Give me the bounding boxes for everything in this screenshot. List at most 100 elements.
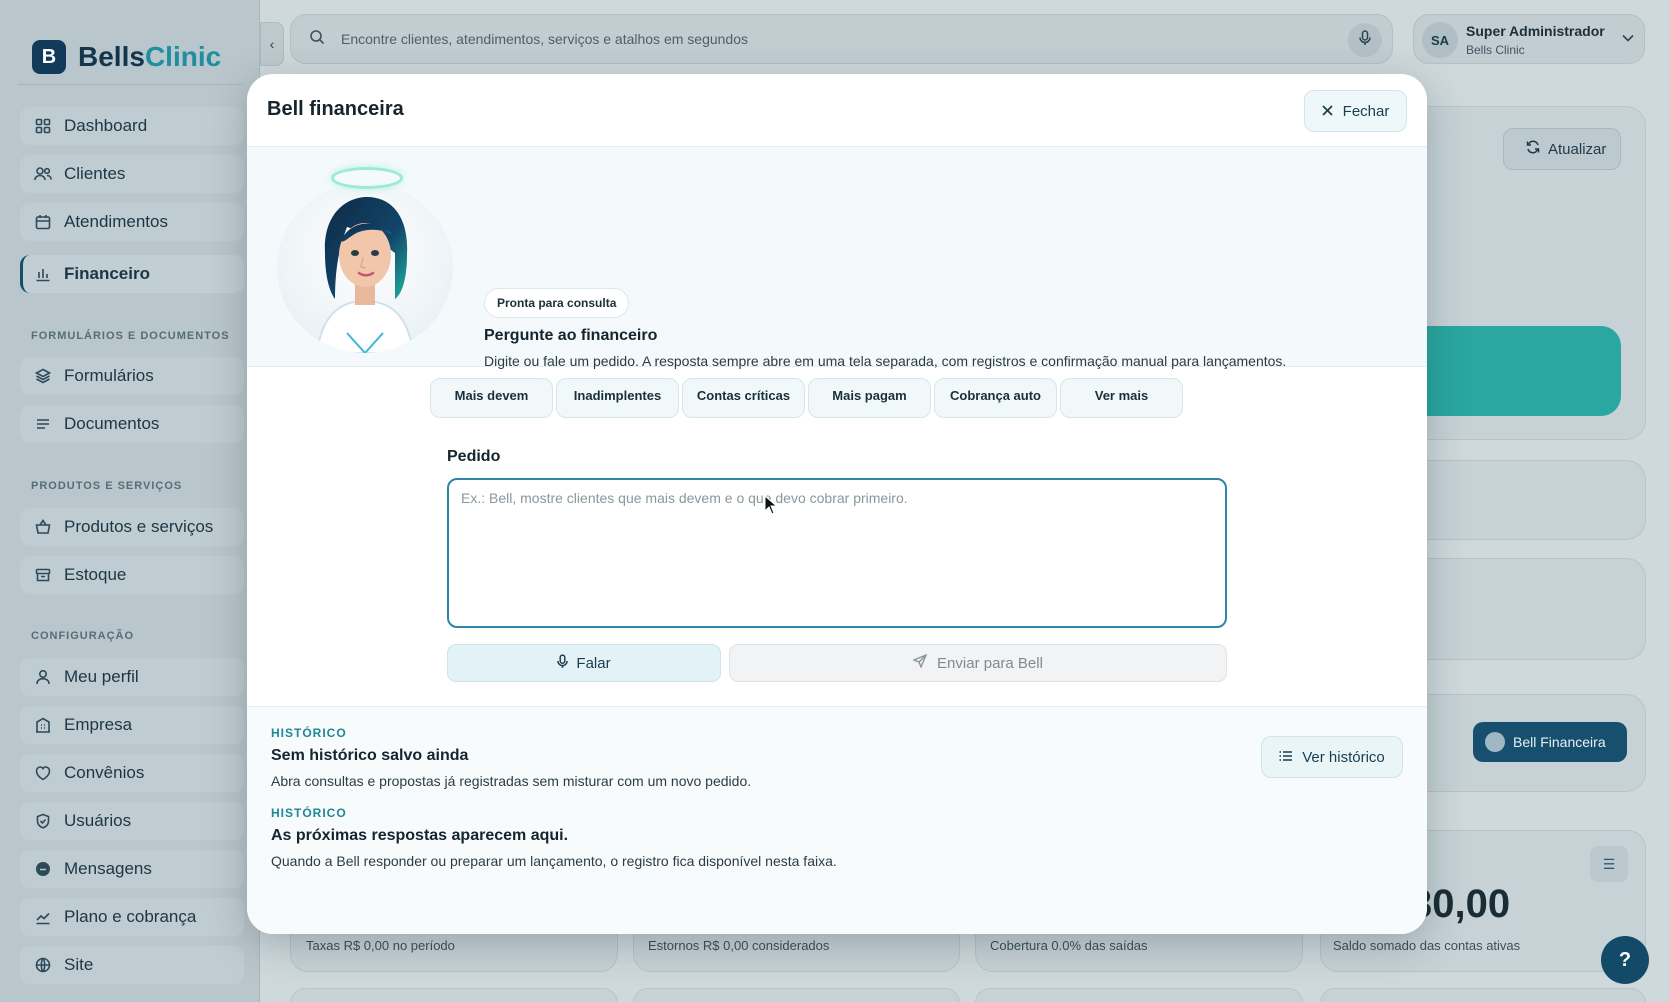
assistant-hero: Pronta para consulta Pergunte ao finance… xyxy=(247,147,1427,369)
sidebar-item-clientes[interactable]: Clientes xyxy=(20,155,244,193)
trend-icon xyxy=(34,908,52,926)
close-icon xyxy=(1322,103,1333,120)
caption-cobertura: Cobertura 0.0% das saídas xyxy=(990,938,1148,953)
microphone-icon xyxy=(557,653,569,673)
brand-name-part1: Bells xyxy=(78,41,145,72)
layers-icon xyxy=(34,367,52,385)
bell-avatar-icon xyxy=(1485,732,1505,752)
bell-button-label: Bell Financeira xyxy=(1513,734,1606,750)
hero-description: Digite ou fale um pedido. A resposta sem… xyxy=(484,353,1287,369)
chevron-down-icon xyxy=(1622,30,1634,45)
sidebar: B BellsClinic Dashboard Clientes Atendim… xyxy=(0,0,260,1002)
history-title: As próximas respostas aparecem aqui. xyxy=(271,827,569,844)
nav-section-config: CONFIGURAÇÃO xyxy=(31,630,135,642)
pedido-label: Pedido xyxy=(447,448,501,465)
send-label: Enviar para Bell xyxy=(937,654,1043,672)
sidebar-item-mensagens[interactable]: Mensagens xyxy=(20,850,244,888)
pedido-textarea[interactable] xyxy=(447,478,1227,628)
background-card xyxy=(633,988,960,1002)
chip-mais-devem[interactable]: Mais devem xyxy=(430,378,553,418)
collapse-sidebar-button[interactable]: ‹ xyxy=(260,22,284,66)
users-icon xyxy=(34,165,52,183)
sidebar-item-estoque[interactable]: Estoque xyxy=(20,556,244,594)
sidebar-item-site[interactable]: Site xyxy=(20,946,244,984)
caption-taxas: Taxas R$ 0,00 no período xyxy=(306,938,455,953)
assistant-avatar xyxy=(277,167,453,353)
history-title: Sem histórico salvo ainda xyxy=(271,747,469,764)
sidebar-item-label: Empresa xyxy=(64,715,133,734)
caption-saldo: Saldo somado das contas ativas xyxy=(1333,938,1521,953)
list-icon xyxy=(1279,749,1293,766)
close-label: Fechar xyxy=(1342,102,1390,120)
sidebar-item-label: Plano e cobrança xyxy=(64,907,197,926)
sidebar-item-formularios[interactable]: Formulários xyxy=(20,357,244,395)
sidebar-item-produtos[interactable]: Produtos e serviços xyxy=(20,508,244,546)
view-history-label: Ver histórico xyxy=(1302,748,1385,766)
sidebar-item-label: Usuários xyxy=(64,811,132,830)
sidebar-item-label: Formulários xyxy=(64,366,154,385)
sidebar-item-label: Clientes xyxy=(64,164,126,183)
status-badge: Pronta para consulta xyxy=(484,288,630,318)
chip-cobranca-auto[interactable]: Cobrança auto xyxy=(934,378,1057,418)
chat-icon xyxy=(34,860,52,878)
voice-search-button[interactable] xyxy=(1348,23,1382,57)
background-card xyxy=(975,988,1303,1002)
chip-ver-mais[interactable]: Ver mais xyxy=(1060,378,1183,418)
global-search[interactable]: Encontre clientes, atendimentos, serviço… xyxy=(290,14,1393,64)
heart-shield-icon xyxy=(34,764,52,782)
background-card xyxy=(290,988,618,1002)
refresh-icon xyxy=(1526,140,1540,158)
sidebar-item-plano[interactable]: Plano e cobrança xyxy=(20,898,244,936)
sidebar-item-label: Mensagens xyxy=(64,859,152,878)
help-button[interactable]: ? xyxy=(1601,936,1649,984)
chip-inadimplentes[interactable]: Inadimplentes xyxy=(556,378,679,418)
history-label: HISTÓRICO xyxy=(271,806,347,820)
sidebar-item-financeiro[interactable]: Financeiro xyxy=(20,255,244,293)
chip-contas-criticas[interactable]: Contas críticas xyxy=(682,378,805,418)
nav-section-forms: FORMULÁRIOS E DOCUMENTOS xyxy=(31,330,230,342)
sidebar-item-meu-perfil[interactable]: Meu perfil xyxy=(20,658,244,696)
brand-name: BellsClinic xyxy=(78,41,221,73)
refresh-button[interactable]: Atualizar xyxy=(1503,128,1621,170)
sidebar-item-label: Site xyxy=(64,955,94,974)
calendar-icon xyxy=(34,213,52,231)
user-icon xyxy=(34,668,52,686)
user-name: Super Administrador xyxy=(1466,23,1605,39)
sidebar-item-label: Atendimentos xyxy=(64,212,168,231)
grid-icon xyxy=(34,117,52,135)
sidebar-item-convenios[interactable]: Convênios xyxy=(20,754,244,792)
sidebar-item-label: Dashboard xyxy=(64,116,148,135)
sidebar-item-documentos[interactable]: Documentos xyxy=(20,405,244,443)
microphone-icon xyxy=(1359,29,1371,51)
logo-mark-icon: B xyxy=(32,40,66,74)
speak-label: Falar xyxy=(576,654,611,672)
background-card xyxy=(1320,988,1646,1002)
speak-button[interactable]: Falar xyxy=(447,644,721,682)
user-company: Bells Clinic xyxy=(1466,43,1525,57)
history-label: HISTÓRICO xyxy=(271,726,347,740)
chart-icon xyxy=(34,265,52,283)
sidebar-item-atendimentos[interactable]: Atendimentos xyxy=(20,203,244,241)
hero-heading: Pergunte ao financeiro xyxy=(484,327,658,344)
modal-title: Bell financeira xyxy=(267,98,404,120)
view-history-button[interactable]: Ver histórico xyxy=(1261,736,1403,778)
send-button[interactable]: Enviar para Bell xyxy=(729,644,1227,682)
user-menu[interactable]: SA Super Administrador Bells Clinic xyxy=(1413,14,1645,64)
bell-financeira-modal: Bell financeira Fechar Pronta para consu… xyxy=(247,74,1427,934)
basket-icon xyxy=(34,518,52,536)
avatar: SA xyxy=(1422,22,1458,58)
brand-logo[interactable]: B BellsClinic xyxy=(32,40,221,74)
sidebar-item-empresa[interactable]: Empresa xyxy=(20,706,244,744)
sidebar-item-label: Meu perfil xyxy=(64,667,139,686)
sidebar-item-usuarios[interactable]: Usuários xyxy=(20,802,244,840)
close-button[interactable]: Fechar xyxy=(1304,90,1407,132)
chip-mais-pagam[interactable]: Mais pagam xyxy=(808,378,931,418)
sidebar-item-dashboard[interactable]: Dashboard xyxy=(20,107,244,145)
sidebar-item-label: Financeiro xyxy=(64,264,150,283)
lines-icon xyxy=(34,415,52,433)
sidebar-item-label: Estoque xyxy=(64,565,127,584)
divider xyxy=(18,84,242,85)
search-placeholder: Encontre clientes, atendimentos, serviço… xyxy=(341,31,749,47)
list-view-button[interactable]: ☰ xyxy=(1590,846,1628,882)
bell-financeira-button[interactable]: Bell Financeira xyxy=(1473,722,1627,762)
